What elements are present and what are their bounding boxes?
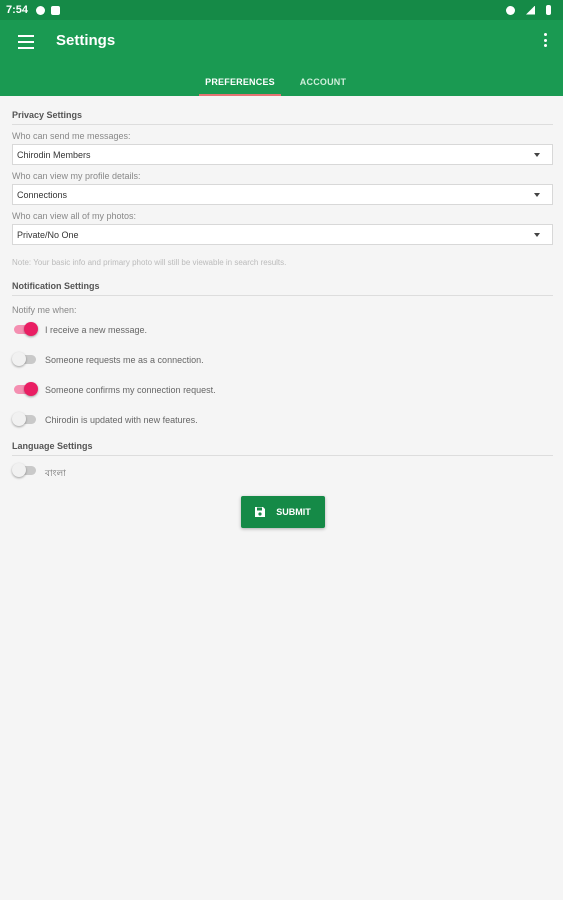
switch-knob [12,412,26,426]
submit-button[interactable]: SUBMIT [240,496,325,528]
dropdown-arrow-icon [534,233,540,237]
signal-icon [526,5,535,15]
switch-track[interactable] [14,382,38,396]
toggle-feature-updates[interactable]: Chirodin is updated with new features. [12,405,553,435]
switch-track[interactable] [12,412,36,426]
dropdown-arrow-icon [534,153,540,157]
switch-knob [24,382,38,396]
tab-preferences[interactable]: PREFERENCES [199,68,281,96]
privacy-settings-heading: Privacy Settings [12,96,553,125]
switch-knob [12,463,26,477]
photos-privacy-value: Private/No One [17,229,79,240]
toggle-connection-confirmed[interactable]: Someone confirms my connection request. [12,375,553,405]
switch-track[interactable] [14,322,38,336]
toggle-label: Someone requests me as a connection. [45,355,204,365]
menu-icon[interactable] [18,35,34,49]
status-time: 7:54 [6,4,29,16]
app-bar: Settings PREFERENCES ACCOUNT [0,20,563,96]
photos-privacy-label: Who can view all of my photos: [12,211,137,221]
switch-knob [24,322,38,336]
messages-privacy-select[interactable]: Chirodin Members [12,144,553,165]
page-title: Settings [56,32,116,49]
status-bar: 7:54 [0,0,563,20]
wifi-icon [506,5,515,15]
more-options-icon[interactable] [543,33,547,49]
profile-privacy-label: Who can view my profile details: [12,171,141,181]
toggle-label: I receive a new message. [45,325,148,335]
save-icon [254,506,266,518]
settings-form: Privacy Settings Who can send me message… [12,96,553,528]
dropdown-arrow-icon [534,193,540,197]
messages-privacy-value: Chirodin Members [17,149,91,160]
toggle-new-message[interactable]: I receive a new message. [12,315,553,345]
switch-knob [12,352,26,366]
storage-icon [51,5,61,15]
tab-account[interactable]: ACCOUNT [286,68,360,96]
profile-privacy-select[interactable]: Connections [12,184,553,205]
switch-track[interactable] [12,352,36,366]
notification-icon [36,5,46,15]
messages-privacy-label: Who can send me messages: [12,131,131,141]
toggle-label: বাংলা [45,468,66,478]
photos-privacy-select[interactable]: Private/No One [12,224,553,245]
switch-track[interactable] [12,463,36,477]
battery-icon [546,5,551,15]
profile-privacy-value: Connections [17,189,68,200]
tab-bar: PREFERENCES ACCOUNT [0,68,563,96]
toggle-connection-request[interactable]: Someone requests me as a connection. [12,345,553,375]
notify-intro: Notify me when: [12,305,77,315]
toggle-label: Someone confirms my connection request. [45,385,216,395]
notification-settings-heading: Notification Settings [12,267,553,296]
privacy-note: Note: Your basic info and primary photo … [12,258,287,267]
toggle-label: Chirodin is updated with new features. [45,415,198,425]
submit-label: SUBMIT [276,507,311,517]
toggle-bangla[interactable]: বাংলা [12,456,553,486]
language-settings-heading: Language Settings [12,435,553,456]
